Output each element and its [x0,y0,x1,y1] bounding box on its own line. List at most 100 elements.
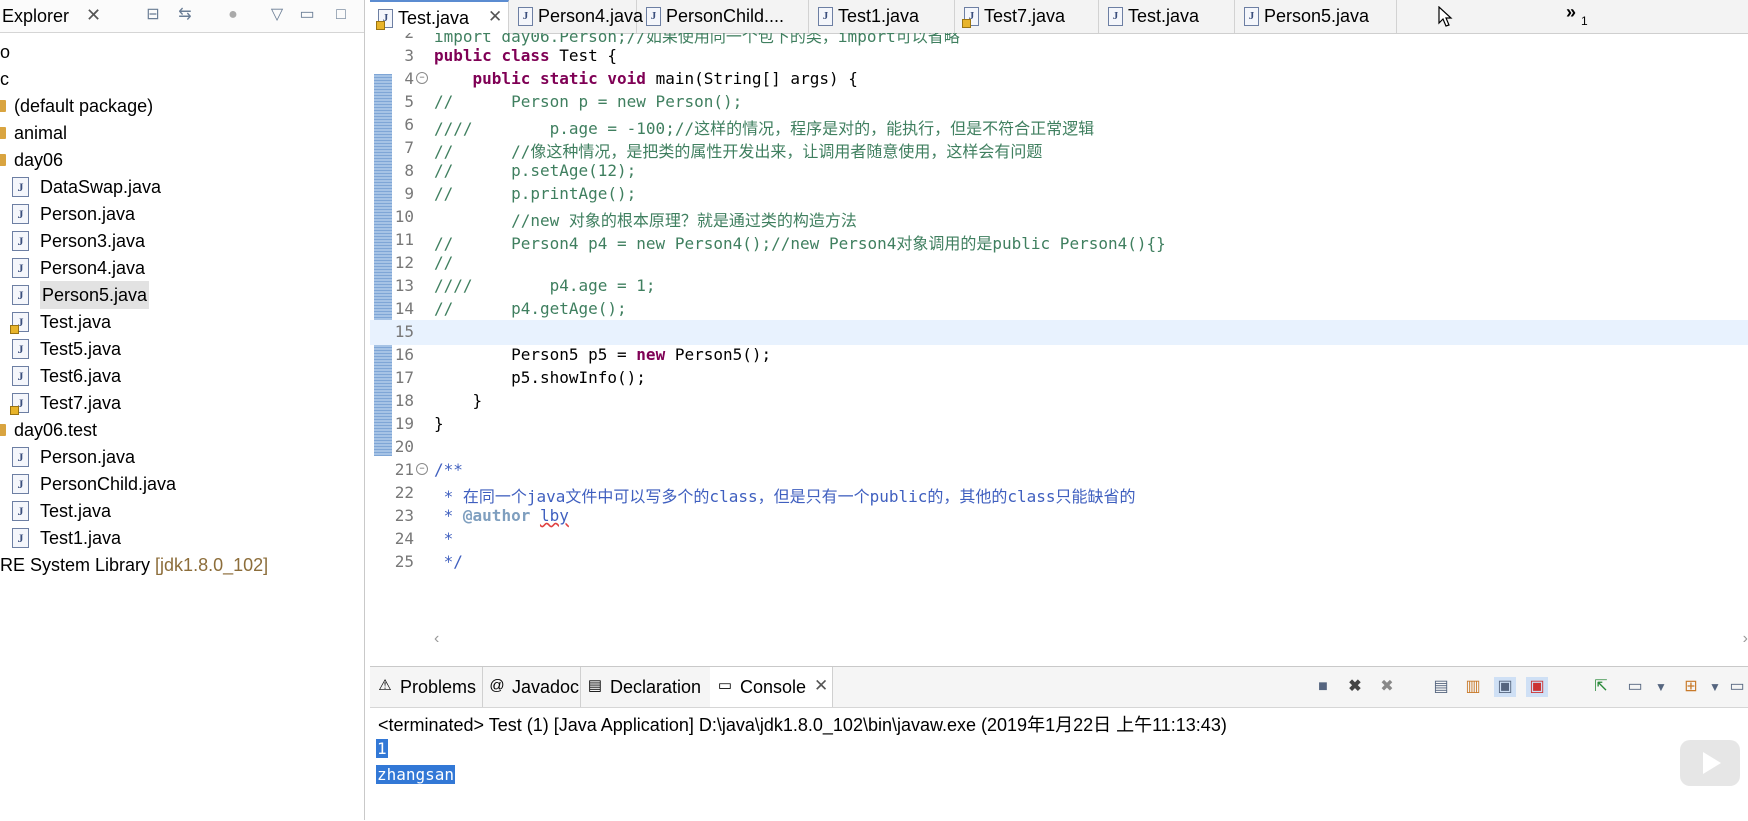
editor-tab[interactable]: J Test1.java [810,0,955,33]
scroll-lock-icon[interactable]: ▥ [1462,677,1484,697]
tree-item[interactable]: o [0,38,364,66]
java-file-icon: J [646,7,661,26]
tree-package-item[interactable]: day06 [0,146,364,174]
tree-item-label: day06 [14,150,64,170]
line-number: 16 [394,345,414,364]
code-text: * @author lby [434,506,569,525]
editor-tab[interactable]: J Person4.java [510,0,643,33]
code-line: 8 // p.setAge(12); [370,159,1748,184]
line-number: 21 [394,460,414,479]
tree-file-item[interactable]: J PersonChild.java [0,470,364,498]
editor-tab[interactable]: J Person5.java [1236,0,1397,33]
tree-package-item[interactable]: (default package) [0,92,364,120]
code-line: 17 p5.showInfo(); [370,366,1748,391]
fold-toggle-icon[interactable]: − [416,72,428,84]
javadoc-icon: @ [489,677,505,694]
focus-icon[interactable]: ● [222,4,244,26]
editor-tab[interactable]: J Test.java [1100,0,1235,33]
tree-item-label: day06.test [14,420,98,440]
maximize-icon[interactable]: □ [330,4,352,26]
tree-file-item[interactable]: J Test7.java [0,389,364,417]
line-number: 11 [394,230,414,249]
console-tab[interactable]: ▭ Console ✕ [710,667,833,707]
display-console-dropdown-icon[interactable]: ▼ [1650,677,1672,697]
code-text: /** [434,460,463,479]
java-file-icon: J [10,312,29,334]
link-with-editor-icon[interactable]: ⇆ [174,4,196,26]
code-token: } [434,391,483,410]
fold-toggle-icon[interactable]: − [416,463,428,475]
open-console-dropdown-icon[interactable]: ▼ [1704,677,1726,697]
tree-file-item[interactable]: J Person5.java [0,281,364,309]
collapse-all-icon[interactable]: ⊟ [142,4,164,26]
java-file-icon: J [12,177,29,197]
tree-file-item[interactable]: J DataSwap.java [0,173,364,201]
open-console-icon[interactable]: ⊞ [1680,677,1702,697]
tree-file-item[interactable]: J Person.java [0,200,364,228]
java-file-icon: J [818,7,833,26]
console-tab-label: Console [740,677,807,697]
close-tab-icon[interactable]: ✕ [488,7,502,27]
view-menu-icon[interactable]: ▽ [266,4,288,26]
code-text: Person5 p5 = new Person5(); [434,345,771,364]
code-text: } [434,414,444,433]
minimize-icon[interactable]: ▭ [296,4,318,26]
tree-file-item[interactable]: J Person4.java [0,254,364,282]
code-line: 16 Person5 p5 = new Person5(); [370,343,1748,368]
line-number: 24 [394,529,414,548]
scroll-right-icon[interactable]: › [1743,630,1748,648]
scroll-left-icon[interactable]: ‹ [434,630,439,648]
tree-package-item[interactable]: day06.test [0,416,364,444]
code-token: static [539,69,598,88]
editor-tab[interactable]: J Test7.java [956,0,1099,33]
console-tab[interactable]: @ Javadoc [482,667,581,707]
java-file-icon: J [12,474,29,494]
editor-tab[interactable]: J Test.java ✕ [370,0,509,34]
pin-console-icon[interactable]: ⇱ [1590,677,1612,697]
console-tab[interactable]: ⚠ Problems [370,667,483,707]
tree-file-item[interactable]: J Test5.java [0,335,364,363]
tree-file-item[interactable]: J Test.java [0,308,364,336]
java-file-icon: J [962,7,979,28]
code-token: // p4.getAge(); [434,299,627,318]
tree-file-item[interactable]: J Test1.java [0,524,364,552]
code-text: public static void main(String[] args) { [434,69,858,88]
code-token: } [434,414,444,433]
package-icon [0,154,6,166]
minimize-console-icon[interactable]: ▭ [1726,677,1748,697]
java-file-icon: J [12,501,29,521]
tree-item[interactable]: c [0,65,364,93]
code-token: main(String[] args) { [645,69,858,88]
code-token: Person5 p5 = [434,345,637,364]
tree-file-item[interactable]: J Test.java [0,497,364,525]
tree-file-item[interactable]: J Person3.java [0,227,364,255]
show-on-stdout-icon[interactable]: ▣ [1494,677,1516,697]
editor-tab-label: Person5.java [1264,6,1370,26]
console-tab-label: Problems [400,677,477,697]
close-tab-icon[interactable]: ✕ [814,676,828,696]
show-on-stderr-icon[interactable]: ▣ [1526,677,1548,697]
editor-tab[interactable]: J PersonChild.... [638,0,809,33]
code-area[interactable]: 2import day06.Person;//如果使用同一个包下的类，impor… [370,33,1748,633]
display-console-icon[interactable]: ▭ [1624,677,1646,697]
tree-item-label: PersonChild.java [40,474,177,494]
more-tabs-icon[interactable]: » [1566,2,1576,23]
console-tab[interactable]: ▤ Declaration [580,667,711,707]
remove-all-terminated-icon[interactable]: ✖ [1376,677,1398,697]
close-icon[interactable]: ✕ [86,5,101,26]
explorer-title[interactable]: Explorer [2,6,69,27]
remove-launch-icon[interactable]: ✖ [1344,677,1366,697]
code-line: 21−/** [370,458,1748,483]
tree-file-item[interactable]: J Test6.java [0,362,364,390]
clear-console-icon[interactable]: ▤ [1430,677,1452,697]
horizontal-scrollbar[interactable]: ‹ › [434,630,1748,648]
terminate-icon[interactable]: ■ [1312,677,1334,697]
tree-file-item[interactable]: J Person.java [0,443,364,471]
line-number: 9 [404,184,414,203]
video-play-icon[interactable] [1680,740,1740,786]
tree-package-item[interactable]: animal [0,119,364,147]
package-icon [0,424,6,436]
code-line: 20 [370,435,1748,460]
explorer-header: Explorer ✕ ⊟ ⇆ ● ▽ ▭ □ [0,0,364,33]
